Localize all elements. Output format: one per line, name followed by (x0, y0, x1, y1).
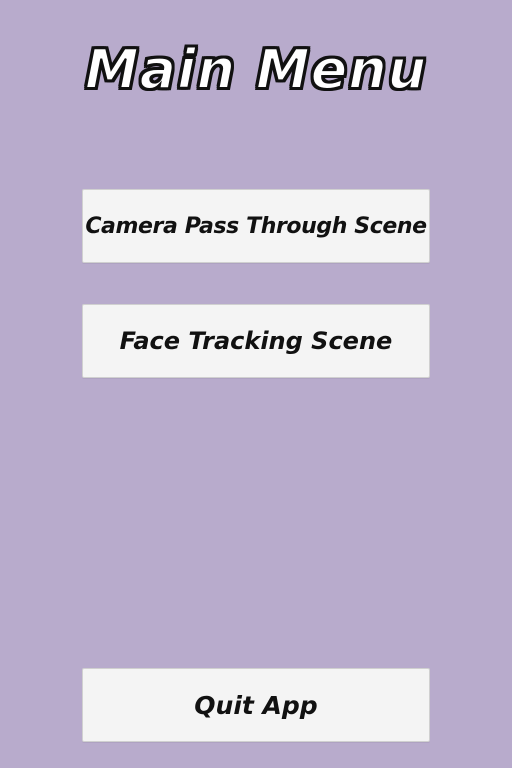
camera-pass-through-scene-label: Camera Pass Through Scene (85, 213, 427, 239)
camera-pass-through-scene-button[interactable]: Camera Pass Through Scene (82, 189, 430, 263)
page-title: Main Menu (84, 37, 428, 102)
main-menu-screen: Main Menu Camera Pass Through Scene Face… (0, 0, 512, 768)
quit-app-button[interactable]: Quit App (82, 668, 430, 742)
face-tracking-scene-label: Face Tracking Scene (119, 327, 393, 355)
quit-app-label: Quit App (194, 690, 318, 720)
face-tracking-scene-button[interactable]: Face Tracking Scene (82, 304, 430, 378)
